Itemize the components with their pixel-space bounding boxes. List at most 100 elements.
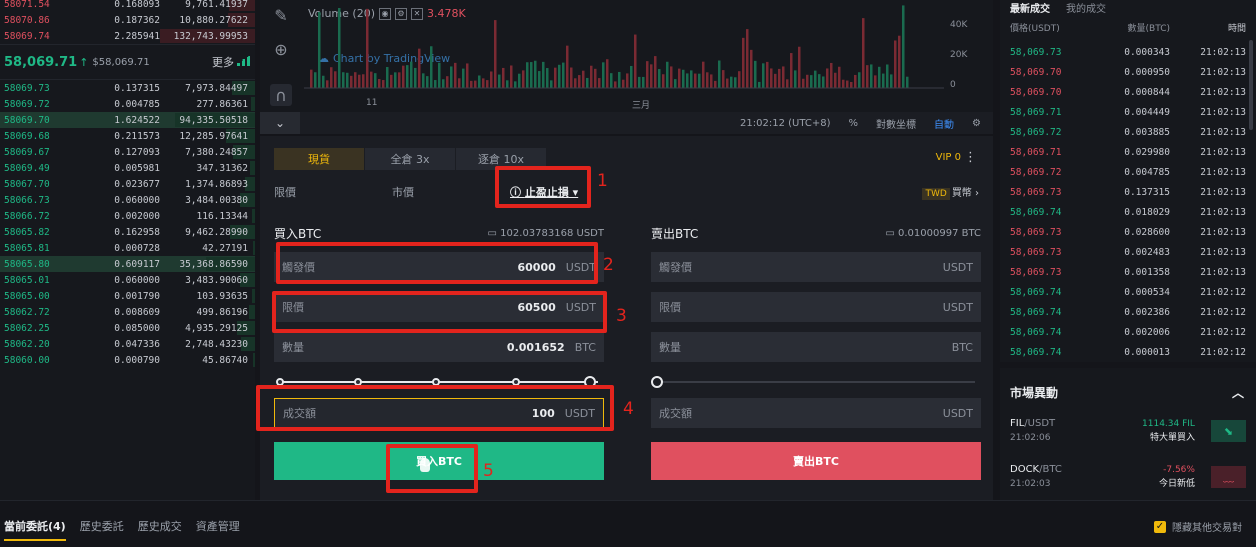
volume-bar — [378, 79, 381, 88]
slider-stop[interactable] — [432, 378, 440, 386]
buy-btc-button[interactable]: 買入BTC — [274, 442, 604, 480]
order-price: 58062.72 — [4, 306, 50, 318]
gear-icon[interactable]: ⚙ — [972, 118, 981, 129]
order-book-row[interactable]: 58067.70 0.023677 1,374.86893 — [0, 176, 255, 192]
buy-total-field[interactable]: 成交額 100 USDT — [274, 398, 604, 428]
order-amount: 0.162958 — [114, 226, 160, 238]
mover-row[interactable]: DOCK/BTC 21:02:03 -7.56% 今日新低 ﹏ — [1000, 457, 1256, 497]
more-options-icon[interactable]: ⋮ — [964, 150, 977, 165]
order-book-row[interactable]: 58069.67 0.127093 7,380.24857 — [0, 144, 255, 160]
tab-isolated-margin[interactable]: 逐倉 10x — [456, 148, 546, 170]
scrollbar[interactable] — [1249, 40, 1253, 130]
chevron-down-icon[interactable]: ⌄ — [260, 112, 300, 134]
order-book-row[interactable]: 58065.80 0.609117 35,368.86590 — [0, 256, 255, 272]
tab-order-history[interactable]: 歷史委託 — [80, 518, 124, 541]
order-book-row[interactable]: 58069.73 0.137315 7,973.84497 — [0, 80, 255, 96]
buy-percent-slider[interactable] — [274, 376, 604, 388]
tab-my-trades[interactable]: 我的成交 — [1066, 0, 1106, 15]
volume-bar — [610, 73, 613, 88]
slider-stop[interactable] — [512, 378, 520, 386]
sell-btc-button[interactable]: 賣出BTC — [651, 442, 981, 480]
slider-handle[interactable] — [651, 376, 663, 388]
trade-row: 58,069.74 0.002386 21:02:12 — [1000, 302, 1256, 322]
mover-row[interactable]: FIL/USDT 21:02:06 1114.34 FIL 特大單買入 ⬊ — [1000, 411, 1256, 451]
sell-limit-price-field[interactable]: 限價 USDT — [651, 292, 981, 322]
slider-stop[interactable] — [354, 378, 362, 386]
order-book-row[interactable]: 58060.00 0.000790 45.86740 — [0, 352, 255, 368]
tab-spot[interactable]: 現貨 — [274, 148, 364, 170]
more-button[interactable]: 更多 — [212, 54, 251, 70]
order-book-row[interactable]: 58062.72 0.008609 499.86196 — [0, 304, 255, 320]
volume-bar — [638, 76, 641, 88]
order-book-row[interactable]: 58062.20 0.047336 2,748.43230 — [0, 336, 255, 352]
sell-amount-field[interactable]: 數量 BTC — [651, 332, 981, 362]
order-book-asks: 58071.54 0.168093 9,761.41937 58070.86 0.187… — [0, 0, 255, 44]
volume-bar — [690, 70, 693, 88]
price-up-arrow-icon: ↑ — [79, 55, 89, 69]
order-type-limit[interactable]: 限價 — [274, 184, 392, 200]
zoom-in-icon[interactable]: ⊕ — [270, 38, 292, 60]
sell-percent-slider[interactable] — [651, 376, 981, 388]
magnet-icon[interactable]: ∩ — [270, 84, 292, 106]
chart-toolbar: ✎ ⊕ ∩ — [260, 0, 300, 112]
tab-cross-margin[interactable]: 全倉 3x — [365, 148, 455, 170]
tab-market-trades[interactable]: 最新成交 — [1010, 0, 1050, 15]
order-amount: 0.000790 — [114, 354, 160, 366]
percent-scale-toggle[interactable]: % — [849, 118, 859, 129]
volume-bar — [722, 70, 725, 88]
trend-up-icon: ⬊ — [1210, 420, 1246, 442]
buy-amount-field[interactable]: 數量 0.001652 BTC — [274, 332, 604, 362]
order-type-market[interactable]: 市價 — [392, 184, 510, 200]
order-book-row[interactable]: 58070.86 0.187362 10,880.27622 — [0, 12, 255, 28]
order-type-stop-limit[interactable]: ⓘ 止盈止損 ▾ — [510, 184, 628, 200]
order-book-row[interactable]: 58066.73 0.060000 3,484.00380 — [0, 192, 255, 208]
order-book-row[interactable]: 58066.72 0.002000 116.13344 — [0, 208, 255, 224]
hide-other-pairs-checkbox[interactable]: ✓ 隱藏其他交易對 — [1154, 519, 1242, 534]
field-unit: USDT — [564, 406, 595, 420]
order-amount: 0.187362 — [114, 14, 160, 26]
price-chart[interactable]: ✎ ⊕ ∩ Volume (20) ◉ ⚙ ✕ 3.478K ☁ Chart b… — [260, 0, 993, 112]
order-book-row[interactable]: 58069.68 0.211573 12,285.97641 — [0, 128, 255, 144]
order-book-row[interactable]: 58071.54 0.168093 9,761.41937 — [0, 0, 255, 12]
log-scale-toggle[interactable]: 對數坐標 — [876, 116, 916, 131]
mover-label: 特大單買入 — [1149, 433, 1195, 443]
trade-time: 21:02:13 — [1200, 106, 1246, 118]
order-book-row[interactable]: 58062.25 0.085000 4,935.29125 — [0, 320, 255, 336]
chevron-up-icon[interactable]: ︿ — [1232, 384, 1244, 401]
mover-label: 今日新低 — [1158, 479, 1195, 489]
field-label: 成交額 — [283, 407, 316, 420]
chart-status-bar: ⌄ 21:02:12 (UTC+8) % 對數坐標 自動 ⚙ — [260, 112, 993, 134]
sell-stop-price-field[interactable]: 觸發價 USDT — [651, 252, 981, 282]
order-book-row[interactable]: 58069.70 1.624522 94,335.50518 — [0, 112, 255, 128]
order-book-row[interactable]: 58065.00 0.001790 103.93635 — [0, 288, 255, 304]
volume-bar — [430, 46, 433, 88]
order-book-row[interactable]: 58069.49 0.005981 347.31362 — [0, 160, 255, 176]
tab-open-orders[interactable]: 當前委託(4) — [4, 518, 66, 541]
pencil-icon[interactable]: ✎ — [270, 4, 292, 26]
sell-total-field[interactable]: 成交額 USDT — [651, 398, 981, 428]
buy-stop-price-field[interactable]: 觸發價 60000 USDT — [274, 252, 604, 282]
volume-bar — [474, 80, 477, 88]
field-unit: USDT — [565, 260, 596, 274]
volume-bar — [694, 73, 697, 88]
order-book-row[interactable]: 58065.01 0.060000 3,483.90060 — [0, 272, 255, 288]
order-book-row[interactable]: 58069.74 2.285941 132,743.99953 — [0, 28, 255, 44]
trade-amount: 0.000844 — [1124, 86, 1170, 98]
volume-bar — [822, 76, 825, 88]
order-book-row[interactable]: 58065.81 0.000728 42.27191 — [0, 240, 255, 256]
order-book-row[interactable]: 58069.72 0.004785 277.86361 — [0, 96, 255, 112]
trade-time: 21:02:13 — [1200, 86, 1246, 98]
tab-funds[interactable]: 資產管理 — [196, 518, 240, 541]
tab-trade-history[interactable]: 歷史成交 — [138, 518, 182, 541]
order-book-row[interactable]: 58065.82 0.162958 9,462.28990 — [0, 224, 255, 240]
vip-level[interactable]: VIP 0 — [936, 152, 961, 163]
trade-amount: 0.000343 — [1124, 46, 1170, 58]
slider-stop[interactable] — [276, 378, 284, 386]
slider-handle[interactable] — [584, 376, 596, 388]
auto-scale-toggle[interactable]: 自動 — [934, 116, 954, 131]
annotation-number: 3 — [616, 306, 627, 326]
volume-bar — [450, 66, 453, 88]
volume-bar — [778, 68, 781, 88]
buy-crypto-link[interactable]: TWD 買幣 › — [922, 184, 979, 200]
buy-limit-price-field[interactable]: 限價 60500 USDT — [274, 292, 604, 322]
